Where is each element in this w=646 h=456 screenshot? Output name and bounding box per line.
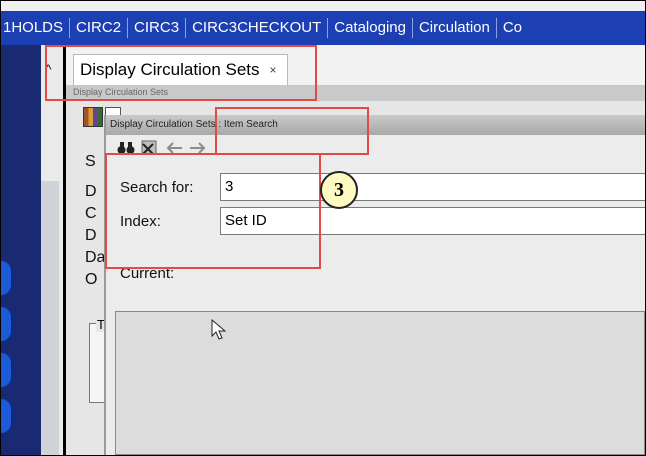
menu-item-cataloging[interactable]: Cataloging	[328, 18, 413, 38]
highlight-dialog-title	[215, 107, 369, 155]
search-results-area[interactable]	[115, 311, 645, 455]
books-icon[interactable]	[83, 107, 103, 127]
background-form-labels: S D C D Da O	[85, 151, 105, 291]
left-nav-tab[interactable]	[1, 399, 13, 433]
step-number-badge: 3	[320, 171, 358, 209]
background-label: Da	[85, 249, 106, 266]
left-nav-tab[interactable]	[1, 261, 13, 295]
background-label: D	[85, 183, 97, 200]
highlight-tab	[45, 45, 317, 101]
left-nav-strip	[1, 45, 41, 455]
menu-item-co[interactable]: Co	[497, 18, 528, 38]
left-nav-tab[interactable]	[1, 353, 13, 387]
background-label: O	[85, 271, 98, 288]
menu-item-1holds[interactable]: 1HOLDS	[1, 18, 71, 38]
module-menu-bar: 1HOLDS CIRC2 CIRC3 CIRC3CHECKOUT Catalog…	[1, 11, 645, 45]
background-label: S	[85, 153, 96, 170]
menu-item-circ3checkout[interactable]: CIRC3CHECKOUT	[186, 18, 329, 38]
highlight-search-fields	[105, 153, 321, 269]
menu-item-circ2[interactable]: CIRC2	[70, 18, 129, 38]
left-nav-tab[interactable]	[1, 307, 13, 341]
dialog-title: Display Circulation Sets : Item Search	[106, 115, 645, 135]
menu-item-circ3[interactable]: CIRC3	[128, 18, 187, 38]
app-window: 1HOLDS CIRC2 CIRC3 CIRC3CHECKOUT Catalog…	[0, 0, 646, 456]
left-panel-scrollbar[interactable]	[41, 181, 59, 455]
menu-item-circulation[interactable]: Circulation	[413, 18, 497, 38]
background-label: D	[85, 227, 97, 244]
mouse-pointer-icon	[211, 319, 227, 340]
background-label: C	[85, 205, 97, 222]
